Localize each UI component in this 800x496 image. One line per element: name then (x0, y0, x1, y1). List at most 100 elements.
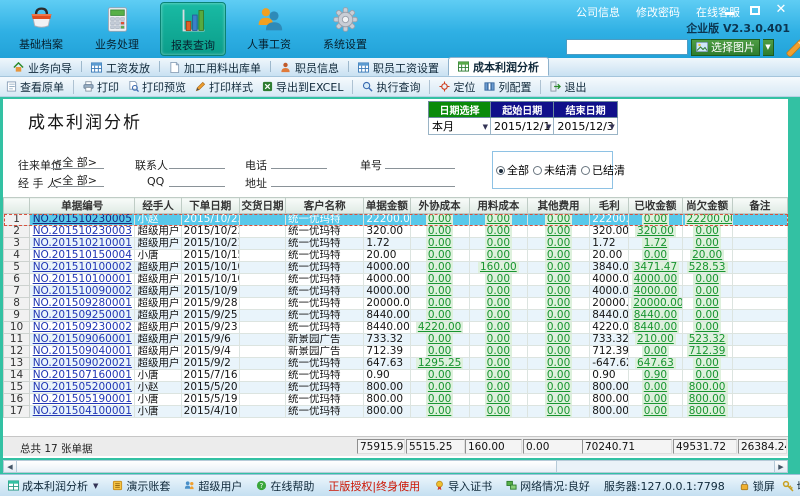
export-excel-button[interactable]: 导出到EXCEL (262, 79, 343, 95)
contact-field[interactable] (169, 154, 225, 169)
current-user[interactable]: 超级用户 (184, 478, 242, 494)
amount-link[interactable]: 800.00 (687, 406, 728, 418)
table-row[interactable]: 5NO.201510100002超级用户2015/10/10统一优玛特4000.… (4, 262, 788, 274)
bill-no-link[interactable]: NO.201510100002 (33, 262, 132, 274)
table-row[interactable]: 7NO.201510090002超级用户2015/10/9统一优玛特4000.0… (4, 286, 788, 298)
amount-link[interactable]: 0.00 (693, 226, 720, 238)
tab-employee-info[interactable]: 职员信息 (271, 59, 348, 76)
close-button[interactable]: ✕ (774, 4, 788, 16)
bill-no-link[interactable]: NO.201509230002 (33, 322, 132, 334)
bill-no-link[interactable]: NO.201510210001 (33, 238, 132, 250)
amount-link[interactable]: 4000.00 (632, 274, 679, 286)
table-row[interactable]: 3NO.201510210001超级用户2015/10/21统一优玛特1.720… (4, 238, 788, 250)
bill-no-link[interactable]: NO.201510150004 (33, 250, 132, 262)
amount-link[interactable]: 0.00 (545, 250, 572, 262)
bill-no-link[interactable]: NO.201509040001 (33, 346, 132, 358)
image-path-input[interactable] (566, 39, 688, 55)
amount-link[interactable]: 0.00 (545, 394, 572, 406)
table-row[interactable]: 16NO.201505190001小唐2015/5/19统一优玛特800.000… (4, 394, 788, 406)
amount-link[interactable]: 0.00 (426, 346, 453, 358)
view-original-button[interactable]: 查看原单 (6, 79, 64, 95)
amount-link[interactable]: 0.00 (642, 406, 669, 418)
print-button[interactable]: 打印 (83, 79, 119, 95)
bill-no-link[interactable]: NO.201510090002 (33, 286, 132, 298)
amount-link[interactable]: 0.00 (485, 322, 512, 334)
amount-link[interactable]: 0.00 (426, 274, 453, 286)
table-row[interactable]: 1NO.201510230005小赵2015/10/23统一优玛特22200.0… (4, 214, 788, 226)
date-mode-select[interactable]: 本月▼ (429, 118, 491, 135)
amount-link[interactable]: 0.00 (485, 310, 512, 322)
bill-no-link[interactable]: NO.201509060001 (33, 334, 132, 346)
amount-link[interactable]: 0.00 (545, 214, 572, 226)
amount-link[interactable]: 0.00 (693, 238, 720, 250)
bill-no-link[interactable]: NO.201505190001 (33, 394, 132, 406)
bill-no-link[interactable]: NO.201509020021 (33, 358, 132, 370)
radio-all[interactable]: 全部 (496, 162, 529, 178)
amount-link[interactable]: 0.00 (693, 370, 720, 382)
module-report-query[interactable]: 报表查询 (160, 2, 226, 56)
locate-button[interactable]: 定位 (439, 79, 475, 95)
amount-link[interactable]: 0.00 (545, 226, 572, 238)
amount-link[interactable]: 0.00 (545, 262, 572, 274)
choose-image-button[interactable]: 选择图片 (691, 39, 760, 56)
amount-link[interactable]: 0.00 (485, 238, 512, 250)
table-row[interactable]: 14NO.201507160001小唐2015/7/16统一优玛特0.900.0… (4, 370, 788, 382)
exit-button[interactable]: 退出 (550, 79, 586, 95)
amount-link[interactable]: 210.00 (635, 334, 676, 346)
amount-link[interactable]: 0.00 (485, 370, 512, 382)
amount-link[interactable]: 0.00 (545, 310, 572, 322)
horizontal-scrollbar[interactable]: ◀ ▶ (3, 460, 788, 473)
table-row[interactable]: 8NO.201509280001超级用户2015/9/28统一优玛特20000.… (4, 298, 788, 310)
print-style-button[interactable]: 打印样式 (195, 79, 253, 95)
amount-link[interactable]: 0.00 (426, 382, 453, 394)
amount-link[interactable]: 20000.00 (631, 298, 682, 310)
amount-link[interactable]: 0.00 (426, 394, 453, 406)
bill-no-field[interactable] (385, 154, 455, 169)
partner-field[interactable]: <全 部> (51, 154, 104, 169)
bill-no-link[interactable]: NO.201507160001 (33, 370, 132, 382)
column-header[interactable]: 经手人 (135, 198, 181, 214)
phone-field[interactable] (271, 154, 327, 169)
panel-selector[interactable]: 成本利润分析 ▼ (8, 478, 98, 494)
amount-link[interactable]: 0.00 (642, 394, 669, 406)
amount-link[interactable]: 0.00 (426, 262, 453, 274)
amount-link[interactable]: 0.00 (693, 298, 720, 310)
amount-link[interactable]: 0.00 (485, 358, 512, 370)
column-header[interactable]: 交货日期 (239, 198, 285, 214)
account-set[interactable]: 演示账套 (112, 478, 170, 494)
amount-link[interactable]: 712.39 (687, 346, 728, 358)
amount-link[interactable]: 0.00 (693, 358, 720, 370)
tab-salary-payment[interactable]: 工资发放 (82, 59, 159, 76)
change-password-link[interactable]: 修改密码 (636, 4, 680, 20)
amount-link[interactable]: 0.00 (426, 226, 453, 238)
column-header[interactable]: 已收金额 (629, 198, 682, 214)
tab-employee-salary-settings[interactable]: 职员工资设置 (349, 59, 448, 76)
amount-link[interactable]: 0.00 (642, 382, 669, 394)
amount-link[interactable]: 523.32 (687, 334, 728, 346)
scrollbar-thumb[interactable] (17, 461, 557, 472)
scroll-right-arrow[interactable]: ▶ (774, 461, 787, 472)
bill-no-link[interactable]: NO.201510100001 (33, 274, 132, 286)
module-system-settings[interactable]: 系统设置 (312, 2, 378, 56)
tab-business-wizard[interactable]: 业务向导 (4, 59, 81, 76)
amount-link[interactable]: 0.00 (485, 346, 512, 358)
column-header[interactable]: 下单日期 (181, 198, 239, 214)
horn-icon[interactable] (785, 37, 800, 57)
amount-link[interactable]: 800.00 (687, 382, 728, 394)
amount-link[interactable]: 647.63 (635, 358, 676, 370)
address-field[interactable] (271, 172, 455, 187)
amount-link[interactable]: 800.00 (687, 394, 728, 406)
table-row[interactable]: 17NO.201504100001小唐2015/4/10统一优玛特800.000… (4, 406, 788, 418)
switch-user[interactable]: 切换用户 (782, 478, 800, 494)
column-header[interactable]: 客户名称 (286, 198, 364, 214)
amount-link[interactable]: 3471.47 (632, 262, 679, 274)
amount-link[interactable]: 0.00 (693, 274, 720, 286)
amount-link[interactable]: 0.00 (426, 370, 453, 382)
bill-no-link[interactable]: NO.201505200001 (33, 382, 132, 394)
amount-link[interactable]: 0.00 (485, 394, 512, 406)
amount-link[interactable]: 8440.00 (632, 322, 679, 334)
amount-link[interactable]: 0.00 (485, 274, 512, 286)
amount-link[interactable]: 0.00 (485, 214, 512, 226)
qq-field[interactable] (169, 172, 225, 187)
table-row[interactable]: 10NO.201509230002超级用户2015/9/23统一优玛特8440.… (4, 322, 788, 334)
